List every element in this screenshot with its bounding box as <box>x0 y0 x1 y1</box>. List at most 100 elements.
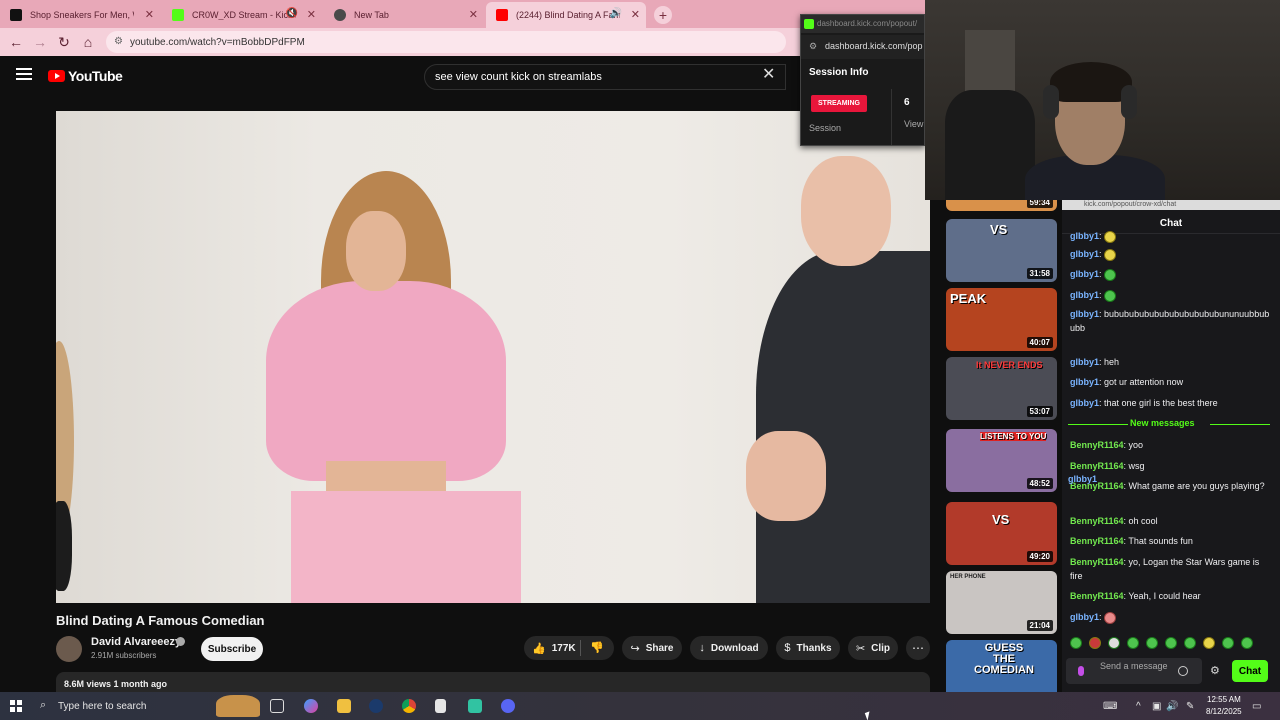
search-highlight-image[interactable] <box>216 695 260 717</box>
tab-close-icon[interactable]: ✕ <box>469 8 478 21</box>
chat-username[interactable]: BennyR1164 <box>1070 440 1124 450</box>
chat-text: that one girl is the best there <box>1104 398 1218 408</box>
chat-username[interactable]: glbby1 <box>1070 231 1099 241</box>
kick-session-popup[interactable]: dashboard.kick.com/popout/ dashboard.kic… <box>800 14 925 146</box>
video-duration: 21:04 <box>1026 620 1053 631</box>
video-duration: 40:07 <box>1026 337 1053 348</box>
related-video-thumbnail[interactable]: It NEVER ENDS 53:07 <box>946 357 1057 420</box>
clear-search-icon[interactable]: ✕ <box>762 67 775 83</box>
chrome-icon[interactable] <box>402 699 416 713</box>
emote-icon[interactable] <box>1203 637 1215 649</box>
headset-icon <box>1043 85 1059 119</box>
emote-icon[interactable] <box>1127 637 1139 649</box>
browser-tab-active[interactable]: (2244) Blind Dating A Famou 🔊 ✕ <box>486 2 646 28</box>
related-video-thumbnail[interactable]: LISTENS TO YOU 48:52 <box>946 429 1057 492</box>
back-arrow-icon[interactable]: ← <box>4 30 28 54</box>
clock-time[interactable]: 12:55 AM <box>1207 695 1241 704</box>
forward-arrow-icon[interactable]: → <box>28 30 52 54</box>
thanks-button[interactable]: $ Thanks <box>776 636 840 660</box>
document-icon[interactable] <box>435 699 446 713</box>
clock-date[interactable]: 8/12/2025 <box>1206 707 1242 716</box>
thumbs-down-icon[interactable]: 👎 <box>590 641 604 654</box>
microphone-icon[interactable] <box>1078 666 1084 676</box>
file-explorer-icon[interactable] <box>337 699 351 713</box>
streamlabs-icon[interactable] <box>468 699 482 713</box>
emote-icon[interactable] <box>1222 637 1234 649</box>
video-player[interactable] <box>56 111 930 603</box>
keyboard-icon[interactable]: ⌨ <box>1103 701 1117 712</box>
chat-username[interactable]: BennyR1164 <box>1070 557 1124 567</box>
browser-tab[interactable]: CR0W_XD Stream - Kick Da 🔇 ✕ <box>162 2 322 28</box>
subscribe-button[interactable]: Subscribe <box>201 637 263 661</box>
emote-icon[interactable] <box>1070 637 1082 649</box>
new-messages-divider[interactable]: New messages <box>1068 418 1275 430</box>
chat-username[interactable]: glbby1 <box>1070 398 1099 408</box>
share-button[interactable]: ↪ Share <box>622 636 682 660</box>
muted-speaker-icon[interactable]: 🔇 <box>286 8 298 19</box>
channel-name[interactable]: David Alvareeezy <box>91 636 181 648</box>
related-video-thumbnail[interactable]: HER PHONE 21:04 <box>946 571 1057 634</box>
home-icon[interactable]: ⌂ <box>76 30 100 54</box>
site-info-icon[interactable]: ⚙ <box>809 41 817 52</box>
browser-tab[interactable]: New Tab ✕ <box>324 2 484 28</box>
site-info-icon[interactable]: ⚙ <box>114 36 123 47</box>
emote-icon[interactable] <box>1165 637 1177 649</box>
tab-close-icon[interactable]: ✕ <box>307 8 316 21</box>
related-video-thumbnail[interactable]: PEAK 40:07 <box>946 288 1057 351</box>
notification-icon[interactable]: ▭ <box>1252 701 1261 712</box>
new-tab-plus-icon[interactable]: + <box>654 6 672 24</box>
youtube-logo[interactable]: YouTube <box>48 68 123 84</box>
channel-avatar[interactable] <box>56 636 82 662</box>
emote-icon[interactable] <box>1241 637 1253 649</box>
emote-icon[interactable] <box>1089 637 1101 649</box>
steam-icon[interactable] <box>369 699 383 713</box>
chat-settings-gear-icon[interactable]: ⚙ <box>1210 664 1220 677</box>
popup-address[interactable]: dashboard.kick.com/pop <box>801 35 924 59</box>
chat-username[interactable]: glbby1 <box>1070 612 1099 622</box>
related-video-thumbnail[interactable]: VS 49:20 <box>946 502 1057 565</box>
viewer-count: 6 <box>904 97 910 108</box>
copilot-icon[interactable] <box>304 699 318 713</box>
address-bar[interactable]: ⚙ youtube.com/watch?v=mBobbDPdFPM <box>106 31 786 53</box>
chat-username[interactable]: glbby1 <box>1070 249 1099 259</box>
chat-username[interactable]: BennyR1164 <box>1070 461 1124 471</box>
reload-icon[interactable]: ↻ <box>52 30 76 54</box>
tab-close-icon[interactable]: ✕ <box>145 8 154 21</box>
more-actions-icon[interactable]: ⋯ <box>906 636 930 660</box>
video-title: Blind Dating A Famous Comedian <box>56 613 265 628</box>
network-icon[interactable]: ▣ <box>1152 701 1161 712</box>
windows-start-icon[interactable] <box>10 700 22 712</box>
emote-icon[interactable] <box>1108 637 1120 649</box>
volume-icon[interactable]: 🔊 <box>1166 701 1178 712</box>
chat-username[interactable]: glbby1 <box>1070 357 1099 367</box>
popup-title-url: dashboard.kick.com/popout/ <box>801 15 924 33</box>
chevron-up-icon[interactable]: ^ <box>1136 701 1141 712</box>
chat-username[interactable]: BennyR1164 <box>1070 591 1124 601</box>
hamburger-menu-icon[interactable] <box>16 68 32 80</box>
chat-username[interactable]: BennyR1164 <box>1070 536 1124 546</box>
tab-close-icon[interactable]: ✕ <box>631 8 640 21</box>
discord-icon[interactable] <box>501 699 515 713</box>
search-input[interactable]: see view count kick on streamlabs <box>424 64 786 90</box>
emote-icon[interactable] <box>1184 637 1196 649</box>
related-video-thumbnail[interactable]: GUESS THE COMEDIAN <box>946 640 1057 696</box>
chat-username[interactable]: glbby1 <box>1070 377 1099 387</box>
microphone-tray-icon[interactable]: ✎ <box>1186 701 1194 712</box>
emoji-picker-icon[interactable] <box>1178 666 1188 676</box>
chat-username[interactable]: BennyR1164 <box>1070 516 1124 526</box>
task-view-icon[interactable] <box>270 699 284 713</box>
chat-username[interactable]: glbby1 <box>1070 269 1099 279</box>
thumbs-up-icon: 👍 <box>532 642 546 655</box>
video-figure <box>746 431 826 521</box>
browser-tab[interactable]: Shop Sneakers For Men, Wom ✕ <box>0 2 160 28</box>
chat-username[interactable]: glbby1 <box>1070 290 1099 300</box>
related-video-thumbnail[interactable]: VS 31:58 <box>946 219 1057 282</box>
chat-text: What game are you guys playing? <box>1128 481 1265 491</box>
emote-icon[interactable] <box>1146 637 1158 649</box>
clip-button[interactable]: ✂ Clip <box>848 636 898 660</box>
chat-send-button[interactable]: Chat <box>1232 660 1268 682</box>
download-button[interactable]: ↓ Download <box>690 636 768 660</box>
chat-username[interactable]: glbby1 <box>1070 309 1099 319</box>
download-icon: ↓ <box>699 642 705 654</box>
speaker-icon[interactable]: 🔊 <box>610 8 622 19</box>
